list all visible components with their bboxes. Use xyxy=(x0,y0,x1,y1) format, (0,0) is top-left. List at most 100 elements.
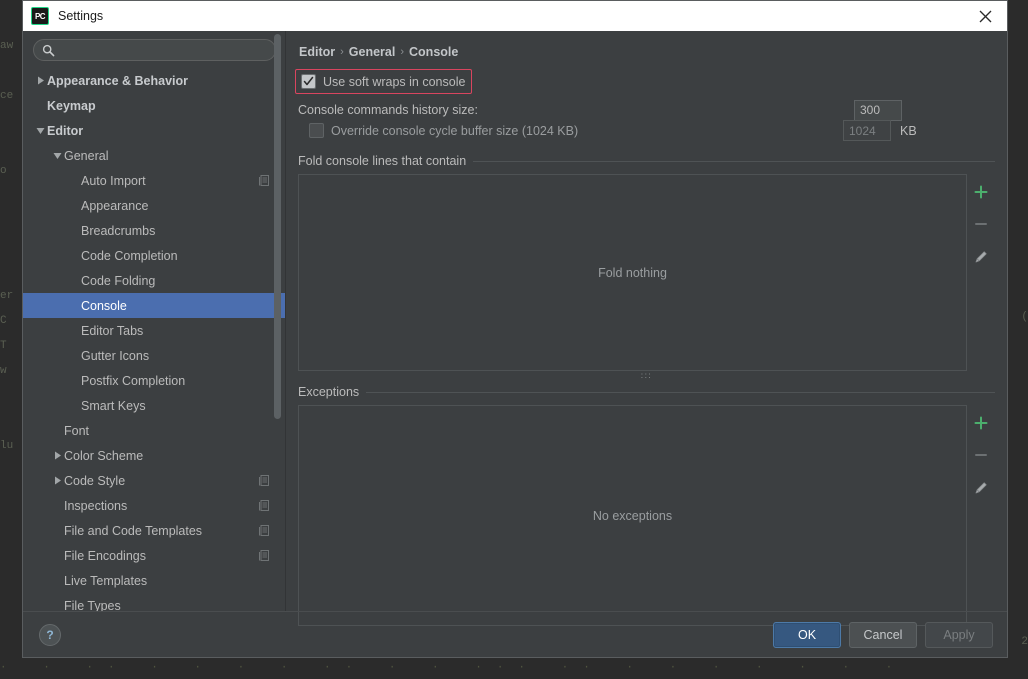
chevron-right-icon[interactable] xyxy=(51,451,64,460)
override-buffer-unit: KB xyxy=(900,123,917,138)
chevron-right-icon[interactable] xyxy=(34,76,47,85)
sidebar-item-label: File and Code Templates xyxy=(64,523,203,538)
chevron-right-icon[interactable] xyxy=(51,476,64,485)
sidebar-item-label: Code Style xyxy=(64,473,126,488)
sidebar-item-editor-tabs[interactable]: Editor Tabs xyxy=(23,318,285,343)
sidebar-item-appearance[interactable]: Appearance xyxy=(23,193,285,218)
override-buffer-checkbox[interactable] xyxy=(309,123,324,138)
sidebar-item-label: General xyxy=(64,148,109,163)
background-left-text: aw ce o er C T w lu xyxy=(0,40,14,452)
sidebar-scrollbar-track[interactable] xyxy=(274,31,283,611)
sidebar-item-console[interactable]: Console xyxy=(23,293,285,318)
sidebar-item-keymap[interactable]: Keymap xyxy=(23,93,285,118)
sidebar-item-code-folding[interactable]: Code Folding xyxy=(23,268,285,293)
settings-tree[interactable]: Appearance & Behavior Keymap Editor General… xyxy=(23,66,285,611)
pencil-icon[interactable] xyxy=(972,247,990,265)
background-bottom-text: · · ·· · · · · ·· · · ··· ·· · · · · · ·… xyxy=(0,657,1028,679)
sidebar-item-label: Inspections xyxy=(64,498,128,513)
override-buffer-label: Override console cycle buffer size (1024… xyxy=(331,123,579,138)
apply-button: Apply xyxy=(925,621,993,648)
sidebar-item-code-completion[interactable]: Code Completion xyxy=(23,243,285,268)
sidebar-item-file-and-code-templates[interactable]: File and Code Templates xyxy=(23,518,285,543)
ok-button[interactable]: OK xyxy=(773,621,841,648)
exceptions-section-title: Exceptions xyxy=(298,385,360,399)
settings-scope-icon[interactable] xyxy=(258,549,271,562)
sidebar-item-label: File Types xyxy=(64,598,121,612)
breadcrumb-separator-icon: › xyxy=(340,46,344,58)
section-splitter[interactable]: ∶∶∶ xyxy=(298,372,995,381)
chevron-down-icon[interactable] xyxy=(34,127,47,135)
minus-icon xyxy=(972,446,990,464)
breadcrumb: Editor › General › Console xyxy=(298,31,995,67)
sidebar-item-postfix-completion[interactable]: Postfix Completion xyxy=(23,368,285,393)
sidebar-item-font[interactable]: Font xyxy=(23,418,285,443)
background-right-text: ( 2 2 9 C 6 1 D 1 xyxy=(1021,311,1028,673)
exceptions-list[interactable]: No exceptions xyxy=(298,405,967,626)
settings-scope-icon[interactable] xyxy=(258,174,271,187)
footer-button-group: OK Cancel Apply xyxy=(773,621,993,648)
history-size-input[interactable] xyxy=(854,99,902,121)
sidebar-item-file-types[interactable]: File Types xyxy=(23,593,285,612)
search-box[interactable] xyxy=(33,39,276,61)
fold-section-header: Fold console lines that contain xyxy=(298,154,995,168)
override-buffer-input[interactable] xyxy=(843,120,891,141)
sidebar-item-auto-import[interactable]: Auto Import xyxy=(23,168,285,193)
settings-scope-icon[interactable] xyxy=(258,474,271,487)
sidebar-item-label: Gutter Icons xyxy=(81,348,150,363)
sidebar-item-label: Console xyxy=(81,298,127,313)
settings-dialog: PC Settings Appearance & Behavior Keymap… xyxy=(22,0,1008,658)
search-container xyxy=(23,31,285,66)
sidebar-item-inspections[interactable]: Inspections xyxy=(23,493,285,518)
plus-icon[interactable] xyxy=(972,183,990,201)
dialog-titlebar: PC Settings xyxy=(23,1,1007,31)
settings-detail-panel: Editor › General › Console Use soft wrap… xyxy=(286,31,1007,626)
exceptions-empty-text: No exceptions xyxy=(592,508,673,523)
fold-section-title: Fold console lines that contain xyxy=(298,154,467,168)
soft-wraps-checkbox[interactable] xyxy=(301,74,316,89)
sidebar-item-color-scheme[interactable]: Color Scheme xyxy=(23,443,285,468)
sidebar-scrollbar-thumb[interactable] xyxy=(274,34,281,419)
sidebar-item-editor[interactable]: Editor xyxy=(23,118,285,143)
sidebar-item-live-templates[interactable]: Live Templates xyxy=(23,568,285,593)
close-icon[interactable] xyxy=(963,1,1007,31)
exceptions-section-header: Exceptions xyxy=(298,385,995,399)
sidebar-item-label: Smart Keys xyxy=(81,398,146,413)
settings-scope-icon[interactable] xyxy=(258,524,271,537)
sidebar-item-label: Code Completion xyxy=(81,248,178,263)
exceptions-section-body: No exceptions xyxy=(298,405,995,626)
sidebar-item-label: Appearance xyxy=(81,198,149,213)
soft-wraps-highlight-box: Use soft wraps in console xyxy=(295,69,473,94)
sidebar-item-general[interactable]: General xyxy=(23,143,285,168)
sidebar-item-label: Breadcrumbs xyxy=(81,223,156,238)
sidebar-item-smart-keys[interactable]: Smart Keys xyxy=(23,393,285,418)
search-input[interactable] xyxy=(61,40,267,60)
fold-empty-text: Fold nothing xyxy=(598,265,667,280)
sidebar-item-label: Postfix Completion xyxy=(81,373,186,388)
sidebar-item-appearance-behavior[interactable]: Appearance & Behavior xyxy=(23,68,285,93)
sidebar-item-breadcrumbs[interactable]: Breadcrumbs xyxy=(23,218,285,243)
splitter-handle-icon: ∶∶∶ xyxy=(640,371,653,381)
sidebar-item-code-style[interactable]: Code Style xyxy=(23,468,285,493)
plus-icon[interactable] xyxy=(972,414,990,432)
dialog-body: Appearance & Behavior Keymap Editor General… xyxy=(23,31,1007,626)
breadcrumb-editor[interactable]: Editor xyxy=(299,45,335,59)
history-size-field-wrap xyxy=(854,99,902,121)
breadcrumb-console: Console xyxy=(409,45,459,59)
sidebar-item-label: Auto Import xyxy=(81,173,146,188)
pencil-icon[interactable] xyxy=(972,478,990,496)
sidebar-item-gutter-icons[interactable]: Gutter Icons xyxy=(23,343,285,368)
settings-scope-icon[interactable] xyxy=(258,499,271,512)
sidebar-item-label: Live Templates xyxy=(64,573,148,588)
minus-icon xyxy=(972,215,990,233)
cancel-button[interactable]: Cancel xyxy=(849,621,917,648)
help-icon[interactable]: ? xyxy=(39,623,61,646)
sidebar-item-file-encodings[interactable]: File Encodings xyxy=(23,543,285,568)
fold-rules-list[interactable]: Fold nothing xyxy=(298,174,967,371)
breadcrumb-separator-icon: › xyxy=(400,46,405,58)
sidebar-item-label: Color Scheme xyxy=(64,448,144,463)
chevron-down-icon[interactable] xyxy=(51,152,64,160)
sidebar-item-label: Font xyxy=(64,423,90,438)
search-icon xyxy=(42,44,56,57)
history-size-row: Console commands history size: xyxy=(298,99,995,121)
breadcrumb-general[interactable]: General xyxy=(349,45,396,59)
